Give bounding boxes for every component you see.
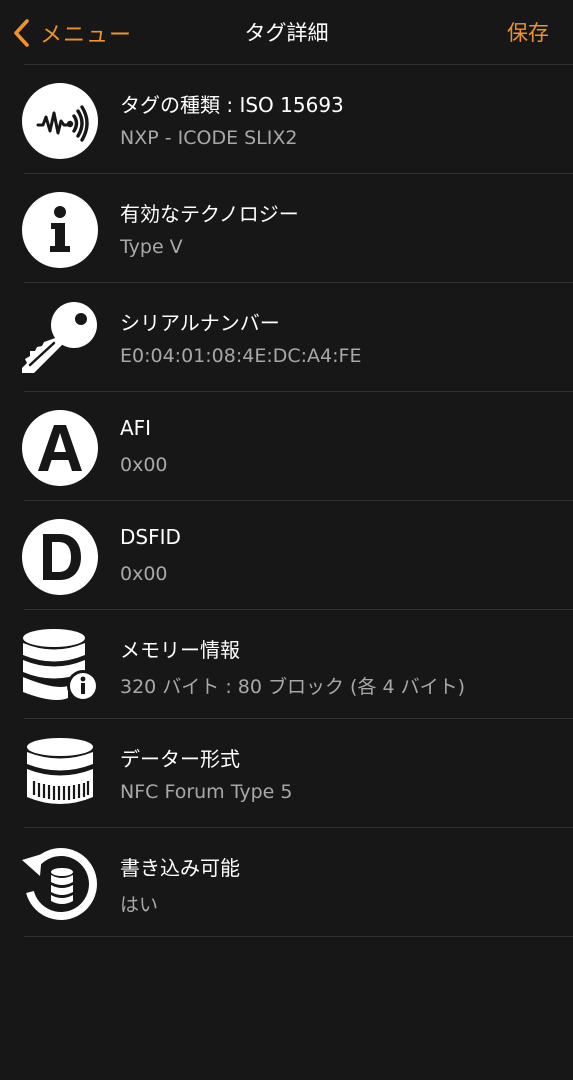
- row-value: NFC Forum Type 5: [120, 781, 293, 803]
- row-value: 0x00: [120, 454, 168, 476]
- chevron-left-icon: [14, 19, 29, 47]
- letter-a-icon: [20, 408, 100, 488]
- row-value: E0:04:01:08:4E:DC:A4:FE: [120, 345, 362, 367]
- list-item-tag-type: タグの種類 : ISO 15693 NXP - ICODE SLIX2: [0, 65, 573, 174]
- list-item-data-format: データー形式 NFC Forum Type 5: [0, 719, 573, 828]
- list-item-memory-info: メモリー情報 320 バイト : 80 ブロック (各 4 バイト): [0, 610, 573, 719]
- database-icon: [20, 735, 100, 815]
- key-icon: [20, 299, 100, 379]
- list-item-dsfid: DSFID 0x00: [0, 501, 573, 610]
- row-label: データー形式: [120, 747, 240, 771]
- row-label: タグの種類 : ISO 15693: [120, 93, 344, 117]
- row-value: 320 バイト : 80 ブロック (各 4 バイト): [120, 676, 466, 698]
- list-item-afi: AFI 0x00: [0, 392, 573, 501]
- row-value: 0x00: [120, 563, 168, 585]
- row-value: はい: [120, 894, 159, 916]
- list-item-technology: 有効なテクノロジー Type V: [0, 174, 573, 283]
- row-value: NXP - ICODE SLIX2: [120, 127, 298, 149]
- row-label: DSFID: [120, 525, 181, 549]
- letter-d-icon: [20, 517, 100, 597]
- row-label: 有効なテクノロジー: [120, 202, 299, 226]
- navigation-bar: メニュー タグ詳細 保存: [0, 0, 573, 64]
- save-button[interactable]: 保存: [507, 17, 549, 47]
- back-button-label: メニュー: [40, 23, 133, 48]
- row-label: AFI: [120, 416, 152, 440]
- row-value: Type V: [120, 236, 183, 258]
- database-refresh-icon: [20, 844, 100, 924]
- database-info-icon: [20, 626, 100, 706]
- list-item-serial-number: シリアルナンバー E0:04:01:08:4E:DC:A4:FE: [0, 283, 573, 392]
- back-button[interactable]: メニュー: [12, 15, 132, 51]
- row-label: 書き込み可能: [120, 856, 240, 880]
- tag-detail-list: タグの種類 : ISO 15693 NXP - ICODE SLIX2 有効なテ…: [0, 65, 573, 937]
- nfc-tag-icon: [20, 81, 100, 161]
- row-label: シリアルナンバー: [120, 311, 280, 335]
- row-label: メモリー情報: [120, 638, 240, 662]
- info-icon: [20, 190, 100, 270]
- list-item-writable: 書き込み可能 はい: [0, 828, 573, 937]
- row-divider: [24, 936, 573, 937]
